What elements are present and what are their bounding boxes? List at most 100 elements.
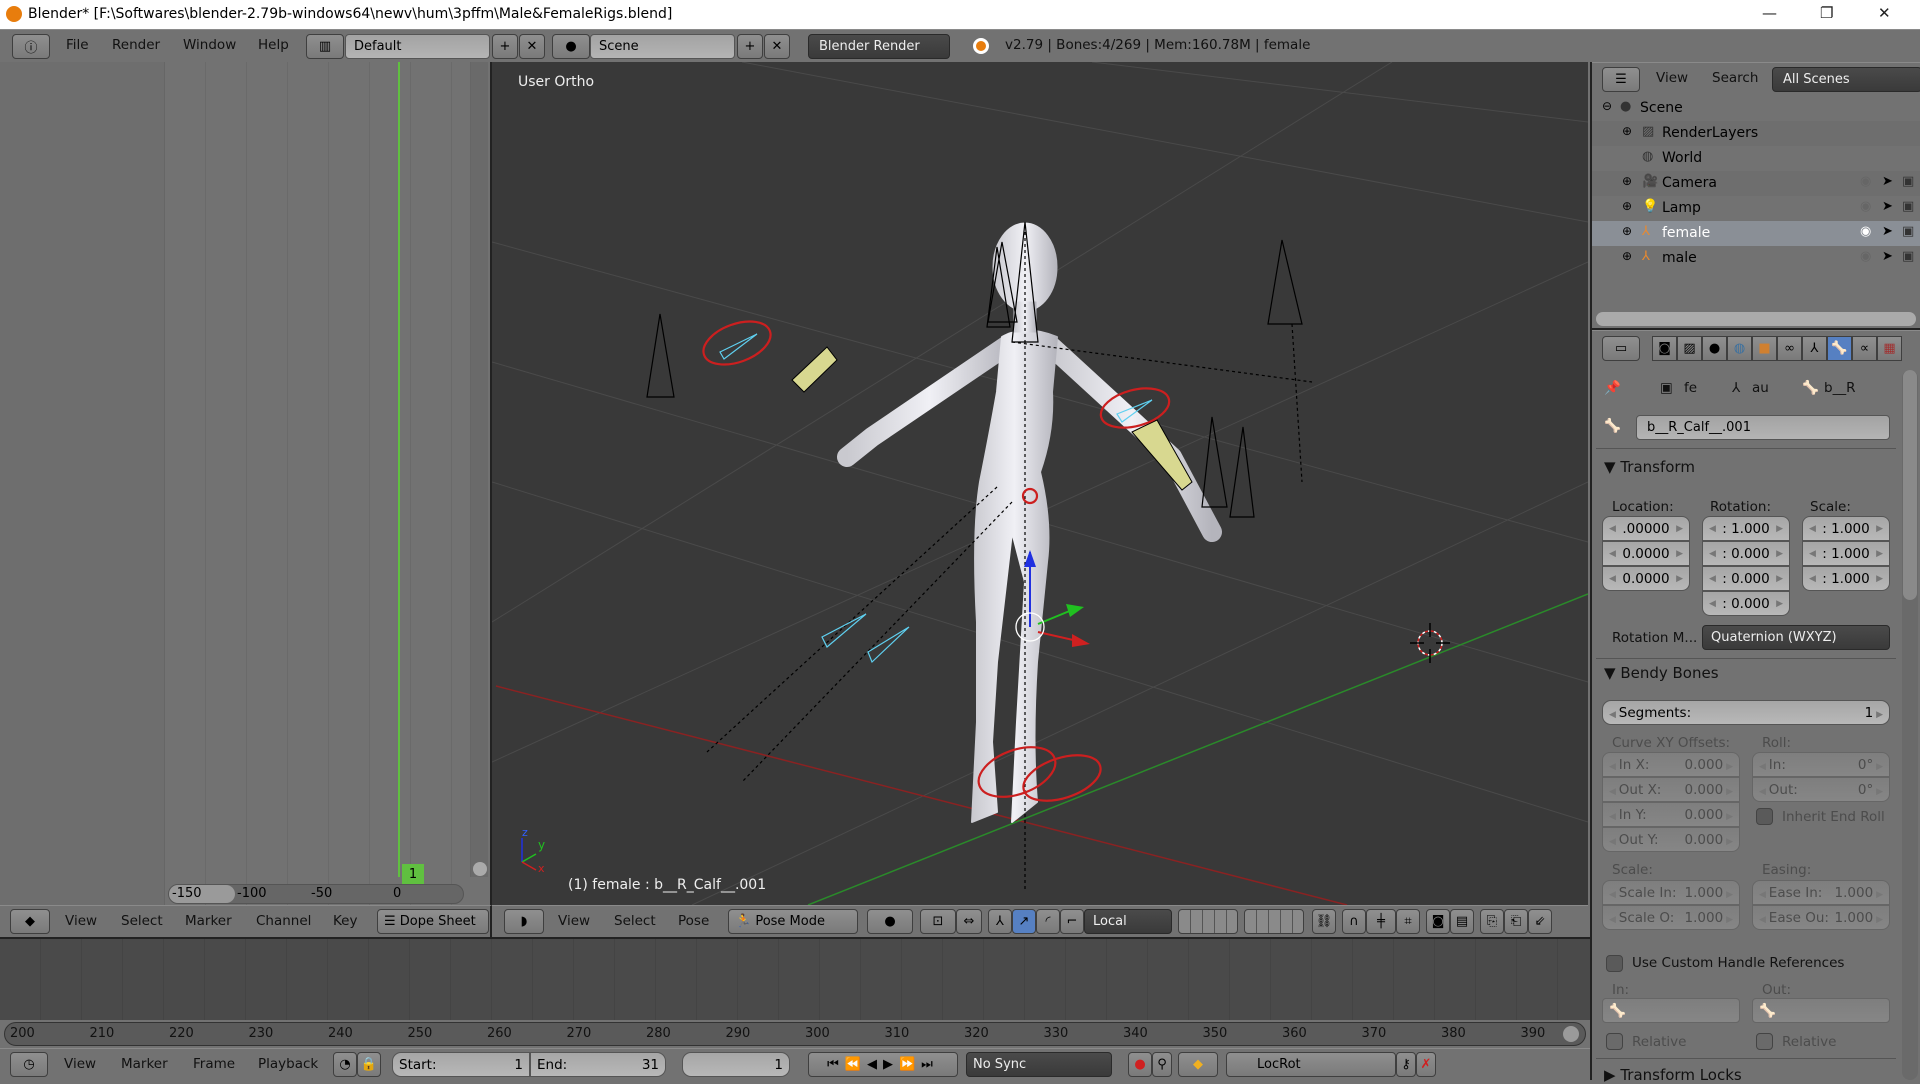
manipulator-icon[interactable]: ⅄ (988, 909, 1012, 934)
roll-field[interactable]: ◀ Out: 0° ▶ (1752, 777, 1890, 802)
add-scene-button[interactable]: + (737, 34, 763, 59)
world-tab-icon[interactable]: ◍ (1727, 336, 1752, 361)
editor-type-dopesheet-icon[interactable]: ◆ (10, 909, 50, 934)
location-field[interactable]: ◀ .00000 ▶ (1602, 516, 1690, 541)
scene-icon[interactable]: ● (552, 34, 590, 59)
viewport-shading-icon[interactable]: ● (867, 909, 913, 934)
expand-icon[interactable]: ⊕ (1622, 124, 1632, 138)
paste-pose-icon[interactable]: ⎗ (1504, 909, 1528, 934)
translate-manipulator-icon[interactable]: ↗ (1012, 909, 1036, 934)
render-layers-tab-icon[interactable]: ▨ (1677, 336, 1702, 361)
remove-scene-button[interactable]: ✕ (764, 34, 790, 59)
rotation-field[interactable]: ◀: 0.000 ▶ (1702, 541, 1790, 566)
render-icon[interactable]: ◙ (1426, 909, 1450, 934)
location-field[interactable]: ◀ 0.0000 ▶ (1602, 541, 1690, 566)
texture-tab-icon[interactable]: ▦ (1877, 336, 1902, 361)
editor-type-3d-view-icon[interactable]: ◗ (504, 909, 544, 934)
outliner-item[interactable]: ⊕ ⅄ male ◉ ➤ ▣ (1592, 246, 1920, 271)
outliner-item[interactable]: ⊕ ▨ RenderLayers (1592, 121, 1920, 146)
scale-field[interactable]: ◀: 1.000 ▶ (1802, 541, 1890, 566)
current-frame-badge[interactable]: 1 (402, 864, 424, 884)
menu-key[interactable]: Key (333, 913, 357, 929)
expand-icon[interactable]: ⊕ (1622, 249, 1632, 263)
outliner-item[interactable]: ⊕ ⅄ female ◉ ➤ ▣ (1592, 221, 1920, 246)
editor-type-outliner-icon[interactable]: ☰ (1602, 67, 1640, 92)
bone-name-field[interactable]: b__R_Calf__.001 (1636, 415, 1890, 440)
3d-viewport[interactable]: User Ortho z y x (1) female : b__R_Calf_… (492, 62, 1588, 905)
render-engine-dropdown[interactable]: Blender Render (808, 34, 950, 59)
relative-in-checkbox[interactable] (1606, 1033, 1623, 1050)
layer-buttons[interactable] (1244, 909, 1304, 934)
outliner-item[interactable]: ⊕ 🎥 Camera ◉ ➤ ▣ (1592, 171, 1920, 196)
expand-icon[interactable]: ⊕ (1622, 224, 1632, 238)
manipulator-toggle-icon[interactable]: ⇔ (956, 909, 982, 934)
editor-type-timeline-icon[interactable]: ◷ (10, 1052, 48, 1077)
pivot-point-icon[interactable]: ⊡ (920, 909, 956, 934)
easing-field[interactable]: ◀ Ease In: 1.000 ▶ (1752, 880, 1890, 905)
visibility-eye-icon[interactable]: ◉ (1860, 199, 1871, 214)
armature-tab-icon[interactable]: ⅄ (1802, 336, 1827, 361)
menu-playback[interactable]: Playback (258, 1056, 318, 1072)
layout-field[interactable]: Default (345, 34, 490, 59)
scene-field[interactable]: Scene (590, 34, 735, 59)
bendy-bones-panel-header[interactable]: ▼ Bendy Bones (1604, 664, 1719, 682)
collapse-icon[interactable]: ⊖ (1602, 99, 1612, 113)
transform-panel-header[interactable]: ▼ Transform (1604, 458, 1695, 476)
menu-frame[interactable]: Frame (193, 1056, 235, 1072)
paste-flipped-pose-icon[interactable]: ⇙ (1528, 909, 1552, 934)
renderability-camera-icon[interactable]: ▣ (1902, 249, 1914, 264)
inherit-end-roll-checkbox[interactable] (1756, 808, 1773, 825)
rotation-field[interactable]: ◀: 1.000 ▶ (1702, 516, 1790, 541)
editor-type-info-icon[interactable]: ⓘ (12, 34, 50, 59)
menu-channel[interactable]: Channel (256, 913, 311, 929)
copy-pose-icon[interactable]: ⎘ (1480, 909, 1504, 934)
handle-out-bone-field[interactable]: 🦴 (1752, 998, 1890, 1023)
maximize-button[interactable]: ❐ (1820, 4, 1833, 22)
render-tab-icon[interactable]: ◙ (1652, 336, 1677, 361)
selectability-cursor-icon[interactable]: ➤ (1882, 224, 1893, 239)
keying-set-field[interactable]: LocRot (1226, 1052, 1396, 1077)
end-frame-field[interactable]: End: 31 (530, 1052, 666, 1077)
visibility-eye-icon[interactable]: ◉ (1860, 174, 1871, 189)
selectability-cursor-icon[interactable]: ➤ (1882, 199, 1893, 214)
menu-help[interactable]: Help (258, 37, 289, 53)
snap-element-icon[interactable]: ╪ (1366, 909, 1396, 934)
outliner-item[interactable]: ◍ World (1592, 146, 1920, 171)
remove-layout-button[interactable]: ✕ (519, 34, 545, 59)
menu-view[interactable]: View (1656, 70, 1688, 86)
outliner-item[interactable]: ⊖ ● Scene (1592, 96, 1920, 121)
menu-view[interactable]: View (65, 913, 97, 929)
rotation-field[interactable]: ◀: 0.000 ▶ (1702, 591, 1790, 616)
breadcrumb-bone[interactable]: b__R (1824, 380, 1855, 396)
scale-field[interactable]: ◀: 1.000 ▶ (1802, 516, 1890, 541)
auto-keying-record-icon[interactable]: ● (1128, 1052, 1152, 1077)
menu-view[interactable]: View (558, 913, 590, 929)
scene-tab-icon[interactable]: ● (1702, 336, 1727, 361)
bone-tab-icon[interactable]: 🦴 (1827, 336, 1852, 361)
layer-buttons[interactable] (1178, 909, 1238, 934)
relative-out-checkbox[interactable] (1756, 1033, 1773, 1050)
segments-field[interactable]: ◀ Segments: 1 ▶ (1602, 700, 1890, 725)
screen-layout-icon[interactable]: ▥ (306, 34, 344, 59)
transform-orientation-dropdown[interactable]: Local (1084, 909, 1172, 934)
sync-mode-dropdown[interactable]: No Sync (966, 1052, 1112, 1077)
insert-keyframe-icon[interactable]: ⚷ (1396, 1052, 1416, 1077)
properties-scrollbar[interactable] (1902, 370, 1918, 1080)
menu-search[interactable]: Search (1712, 70, 1758, 86)
preview-range-icon[interactable]: ◔ (333, 1052, 357, 1077)
timeline-area[interactable] (0, 937, 1590, 1020)
visibility-eye-icon[interactable]: ◉ (1860, 249, 1871, 264)
selectability-cursor-icon[interactable]: ➤ (1882, 249, 1893, 264)
menu-select[interactable]: Select (121, 913, 163, 929)
handle-in-bone-field[interactable]: 🦴 (1602, 998, 1740, 1023)
editor-type-properties-icon[interactable]: ▭ (1602, 336, 1640, 361)
selectability-cursor-icon[interactable]: ➤ (1882, 174, 1893, 189)
easing-field[interactable]: ◀ Ease Ou: 1.000 ▶ (1752, 905, 1890, 930)
constraints-tab-icon[interactable]: ∞ (1777, 336, 1802, 361)
roll-field[interactable]: ◀ In: 0° ▶ (1752, 752, 1890, 777)
keyframe-type-icon[interactable]: ◆ (1178, 1052, 1218, 1077)
visibility-eye-icon[interactable]: ◉ (1860, 224, 1871, 239)
renderability-camera-icon[interactable]: ▣ (1902, 174, 1914, 189)
scale-field[interactable]: ◀ Scale O: 1.000 ▶ (1602, 905, 1740, 930)
custom-handle-checkbox[interactable] (1606, 955, 1623, 972)
